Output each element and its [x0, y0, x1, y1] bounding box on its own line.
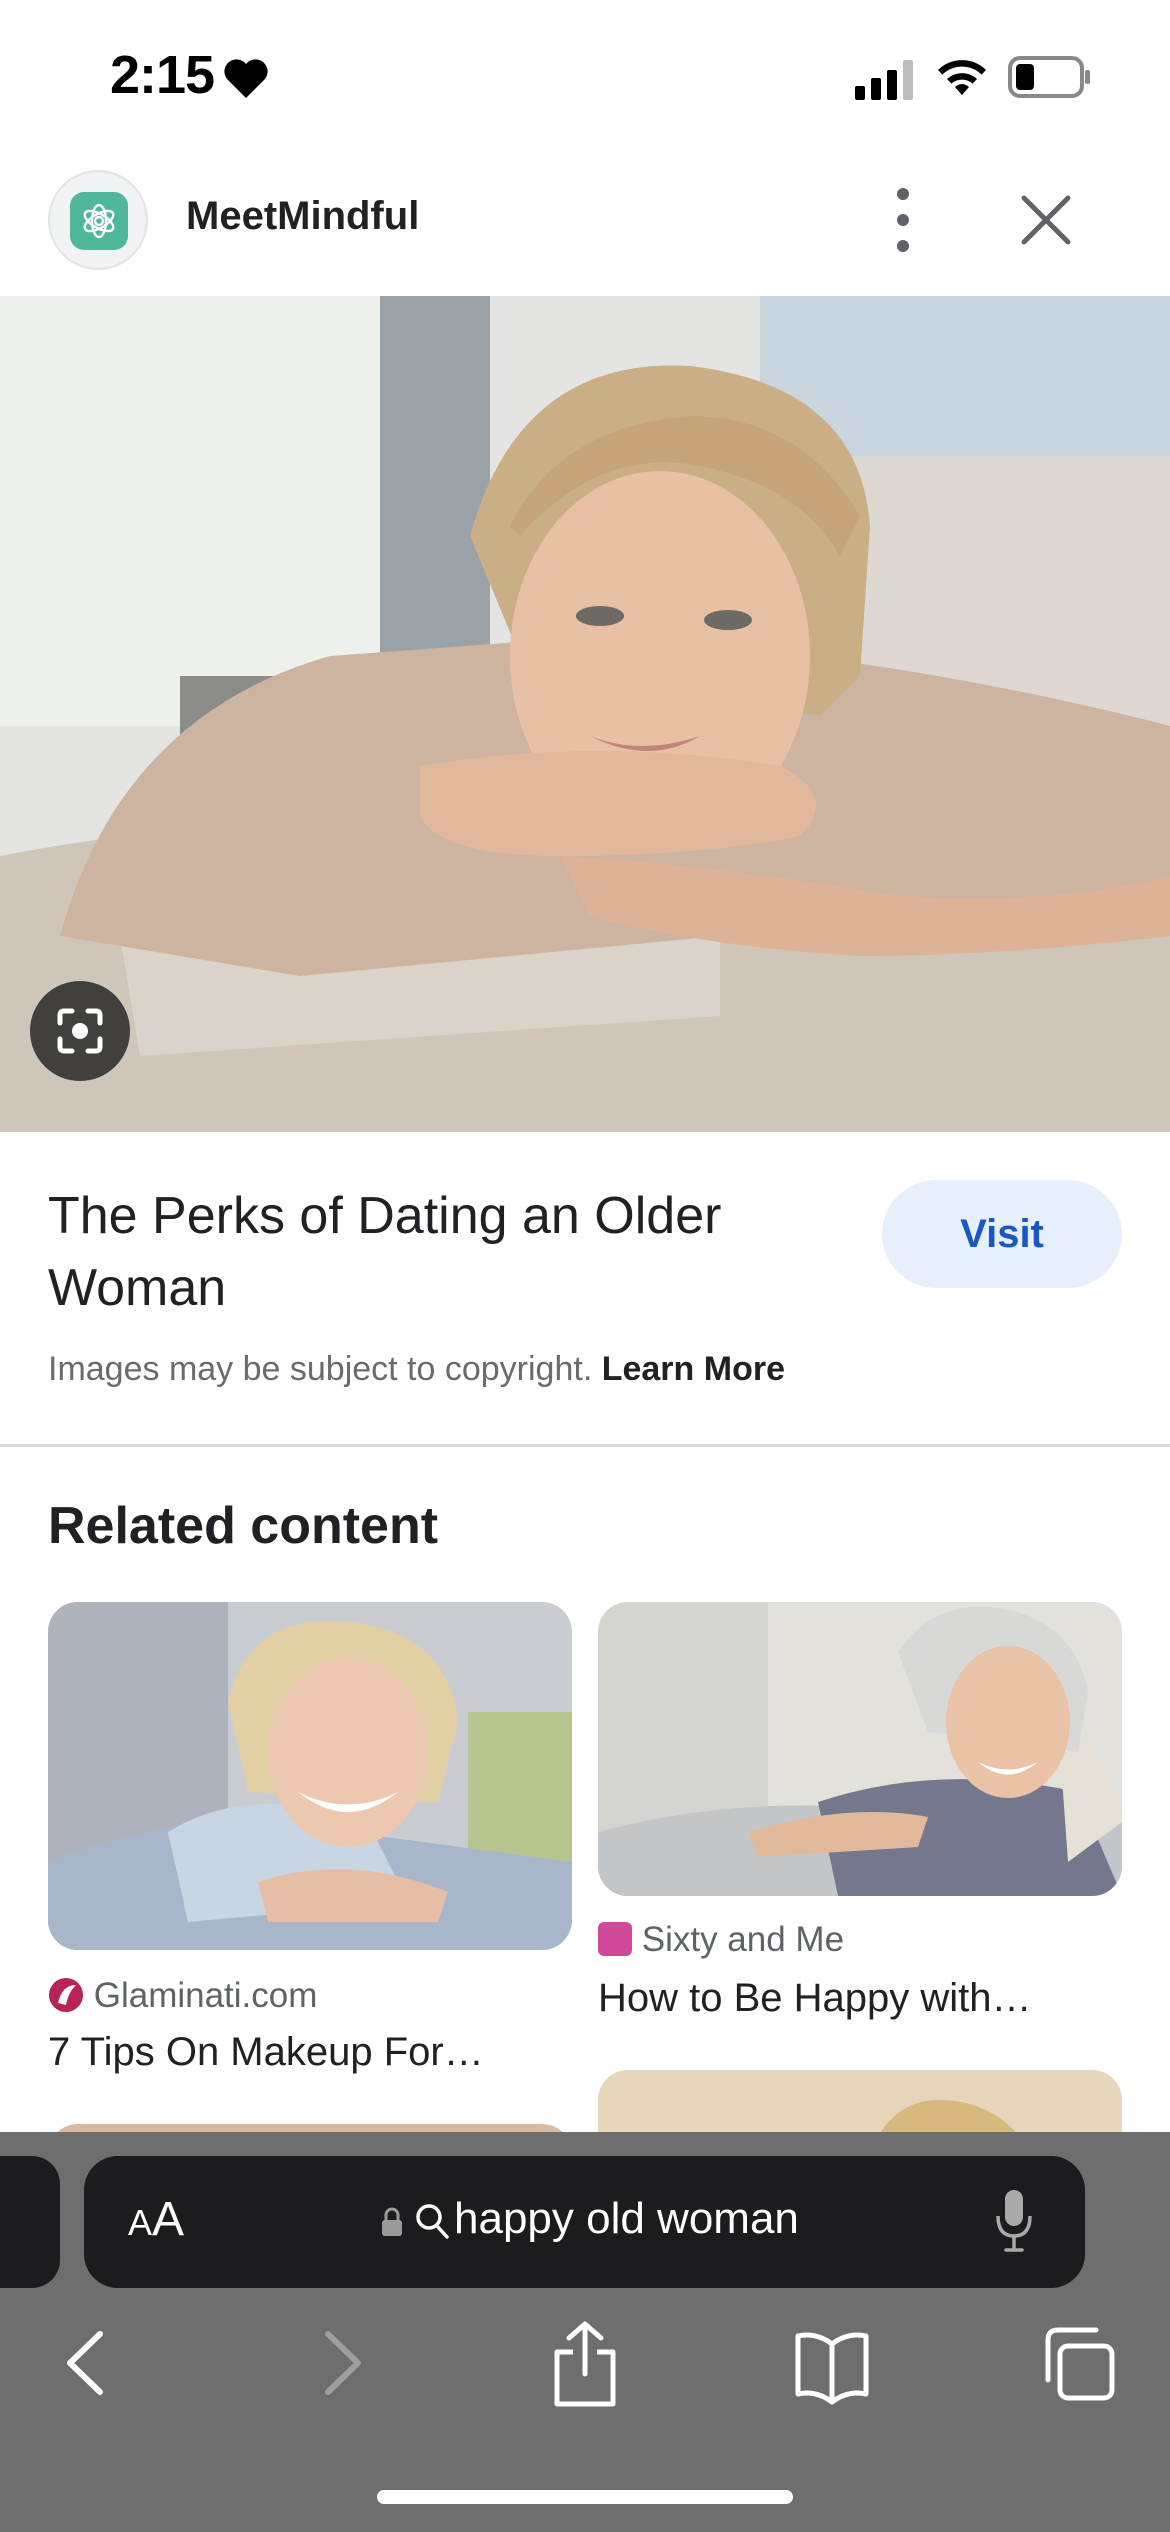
- related-card-title-1[interactable]: 7 Tips On Makeup For…: [48, 2030, 484, 2075]
- search-icon: [416, 2204, 449, 2239]
- hero-image[interactable]: [0, 296, 1170, 1132]
- related-card-source-2: Sixty and Me: [598, 1920, 844, 1960]
- related-card-title-2[interactable]: How to Be Happy with…: [598, 1976, 1032, 2021]
- related-card-source-label-1: Glaminati.com: [93, 1976, 318, 2015]
- visit-button[interactable]: Visit: [882, 1180, 1122, 1288]
- battery-icon: [1008, 56, 1090, 98]
- lock-icon: [382, 2207, 402, 2236]
- home-indicator[interactable]: [377, 2490, 793, 2504]
- status-bar: 2:15: [0, 0, 1170, 150]
- microphone-icon[interactable]: [994, 2188, 1034, 2254]
- google-lens-button[interactable]: [30, 981, 130, 1081]
- hero-photo: [0, 296, 1170, 1132]
- previous-tab-preview[interactable]: [0, 2156, 60, 2288]
- tabs-icon[interactable]: [1040, 2318, 1120, 2408]
- related-photo-1: [48, 1602, 572, 1950]
- glaminati-logo-icon: [49, 1978, 83, 2012]
- site-header: MeetMindful: [0, 160, 1170, 296]
- close-icon[interactable]: [1018, 192, 1074, 248]
- result-title: The Perks of Dating an Older Woman: [48, 1187, 722, 1317]
- address-bar[interactable]: AA happy old woman: [84, 2156, 1085, 2288]
- site-logo[interactable]: [48, 170, 148, 270]
- site-name[interactable]: MeetMindful: [186, 194, 419, 239]
- divider: [0, 1444, 1170, 1447]
- bookmarks-icon[interactable]: [792, 2318, 872, 2408]
- aa-small-label: A: [128, 2202, 153, 2243]
- sixty-and-me-logo-icon: [598, 1922, 632, 1956]
- related-card-image-1[interactable]: [48, 1602, 572, 1950]
- related-card-image-2[interactable]: [598, 1602, 1122, 1896]
- status-time: 2:15: [110, 45, 215, 105]
- forward-icon[interactable]: [300, 2318, 380, 2408]
- reader-settings-button[interactable]: AA: [128, 2192, 184, 2247]
- aa-large-label: A: [152, 2193, 185, 2246]
- related-content-heading: Related content: [48, 1497, 439, 1555]
- meetmindful-logo-icon: [70, 192, 128, 250]
- wifi-icon: [938, 60, 986, 95]
- share-icon[interactable]: [545, 2318, 625, 2408]
- cellular-signal-icon: [855, 60, 913, 100]
- lens-icon: [57, 1008, 103, 1054]
- related-card-source-1: Glaminati.com: [48, 1976, 317, 2016]
- related-photo-2: [598, 1602, 1122, 1896]
- related-card-source-label-2: Sixty and Me: [641, 1920, 845, 1959]
- copyright-notice: Images may be subject to copyright. Lear…: [48, 1350, 785, 1389]
- more-options-icon[interactable]: [880, 180, 926, 260]
- learn-more-link[interactable]: Learn More: [602, 1350, 785, 1388]
- back-icon[interactable]: [48, 2318, 128, 2408]
- url-text[interactable]: happy old woman: [454, 2194, 799, 2244]
- heart-icon: [224, 59, 268, 98]
- copyright-text: Images may be subject to copyright.: [48, 1350, 593, 1388]
